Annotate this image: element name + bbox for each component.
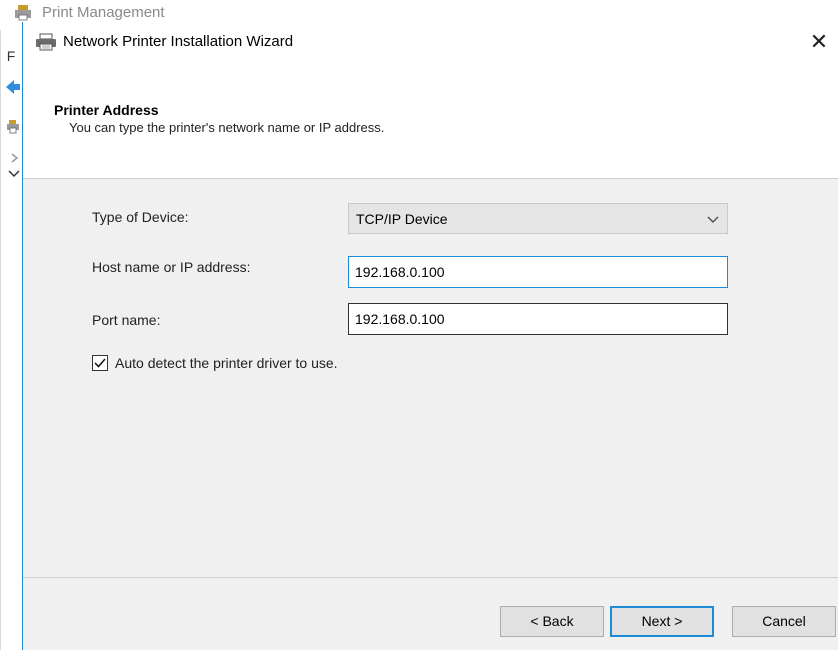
network-printer-wizard-dialog: Network Printer Installation Wizard ✕ Pr…: [22, 22, 838, 650]
tree-root-icon: [7, 120, 19, 134]
host-name-input[interactable]: [348, 256, 728, 288]
dialog-titlebar[interactable]: Network Printer Installation Wizard ✕: [23, 22, 838, 62]
auto-detect-label[interactable]: Auto detect the printer driver to use.: [115, 355, 338, 371]
host-name-label: Host name or IP address:: [92, 259, 251, 275]
port-name-label: Port name:: [92, 312, 161, 328]
port-name-input[interactable]: [348, 303, 728, 335]
menu-letter[interactable]: F: [0, 48, 22, 64]
type-of-device-dropdown[interactable]: TCP/IP Device: [348, 203, 728, 234]
back-button[interactable]: < Back: [500, 606, 604, 637]
background-divider: [0, 30, 1, 650]
background-title: Print Management: [12, 4, 192, 22]
close-button[interactable]: ✕: [799, 22, 838, 62]
chevron-down-icon: [707, 216, 719, 223]
print-management-icon: [15, 5, 31, 21]
page-subtitle: You can type the printer's network name …: [69, 120, 385, 135]
chevron-right-icon[interactable]: [10, 153, 20, 163]
wizard-header: Printer Address You can type the printer…: [23, 62, 838, 179]
page-title: Printer Address: [54, 102, 159, 118]
next-button[interactable]: Next >: [610, 606, 714, 637]
dialog-title: Network Printer Installation Wizard: [63, 33, 294, 50]
type-of-device-label: Type of Device:: [92, 209, 189, 225]
background-title-text: Print Management: [42, 4, 165, 21]
back-arrow-icon[interactable]: [6, 80, 20, 94]
checkmark-icon: [94, 358, 106, 368]
chevron-down-icon[interactable]: [8, 169, 20, 179]
footer-separator: [23, 577, 838, 578]
auto-detect-checkbox[interactable]: [92, 355, 108, 371]
printer-icon: [36, 33, 56, 51]
cancel-button[interactable]: Cancel: [732, 606, 836, 637]
type-of-device-value: TCP/IP Device: [356, 211, 448, 227]
